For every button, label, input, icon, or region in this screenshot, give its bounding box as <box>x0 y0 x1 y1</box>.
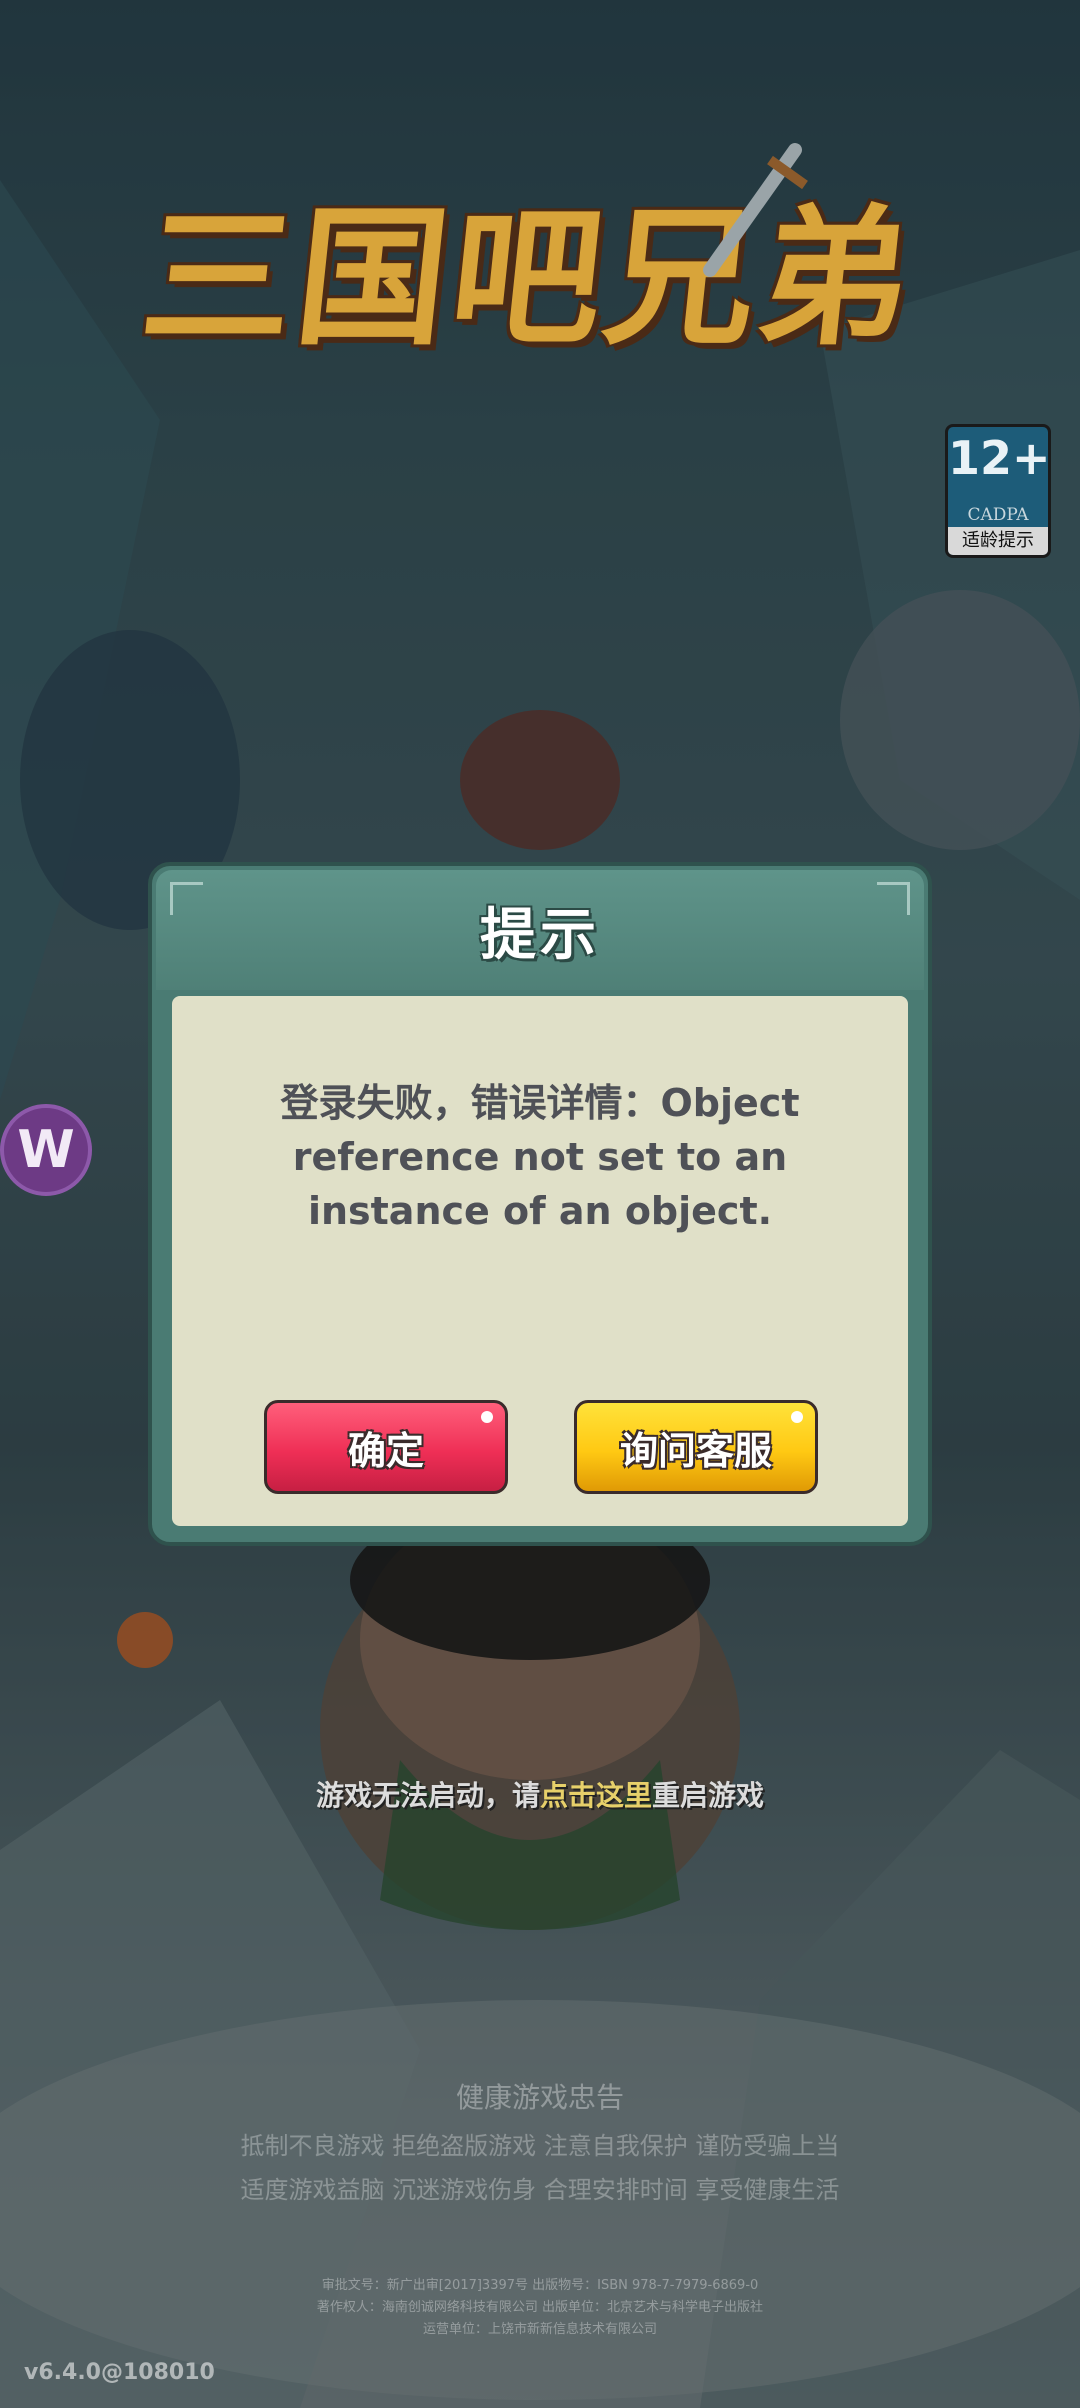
dialog-header: 提示 <box>156 870 924 990</box>
publisher-info-line: 著作权人：海南创诚网络科技有限公司 出版单位：北京艺术与科学电子出版社 <box>316 2300 764 2315</box>
health-notice-line: 抵制不良游戏 拒绝盗版游戏 注意自我保护 谨防受骗上当 <box>240 2132 840 2160</box>
alert-dialog: 提示 登录失败，错误详情：Object reference not set to… <box>148 862 932 1546</box>
sword-icon <box>703 143 808 277</box>
restart-notice-prefix: 游戏无法启动，请 <box>315 1779 540 1812</box>
ask-support-button[interactable]: 询问客服 <box>574 1400 818 1494</box>
version-label: v6.4.0@108010 <box>24 2360 215 2385</box>
button-shine-icon <box>791 1411 803 1423</box>
dialog-body: 登录失败，错误详情：Object reference not set to an… <box>172 996 908 1526</box>
dialog-message: 登录失败，错误详情：Object reference not set to an… <box>280 1081 800 1233</box>
age-rating-number: 12+ <box>948 431 1051 485</box>
corner-ornament-icon <box>170 882 203 915</box>
corner-ornament-icon <box>877 882 910 915</box>
restart-notice: 游戏无法启动，请点击这里重启游戏 <box>0 1774 1080 1814</box>
button-shine-icon <box>481 1411 493 1423</box>
confirm-button-label: 确定 <box>347 1428 424 1473</box>
publisher-info-line: 运营单位：上饶市新新信息技术有限公司 <box>422 2322 657 2337</box>
publisher-info-line: 审批文号：新广出审[2017]3397号 出版物号：ISBN 978-7-797… <box>321 2278 759 2293</box>
w-logo-icon: W <box>17 1120 75 1180</box>
health-notice-title: 健康游戏忠告 <box>455 2081 624 2114</box>
floating-widget-button[interactable]: W <box>0 1104 92 1196</box>
health-notice-line: 适度游戏益脑 沉迷游戏伤身 合理安排时间 享受健康生活 <box>240 2176 840 2204</box>
ask-support-button-label: 询问客服 <box>619 1428 772 1473</box>
game-logo: 三国吧兄弟 <box>130 150 930 380</box>
age-rating-label: 适龄提示 <box>948 527 1048 555</box>
dialog-title: 提示 <box>480 902 600 968</box>
age-rating-badge[interactable]: 12+ CADPA 适龄提示 <box>945 424 1051 558</box>
restart-notice-suffix: 重启游戏 <box>652 1779 765 1812</box>
confirm-button[interactable]: 确定 <box>264 1400 508 1494</box>
restart-link[interactable]: 点击这里 <box>540 1779 652 1812</box>
age-rating-org: CADPA <box>967 505 1029 525</box>
